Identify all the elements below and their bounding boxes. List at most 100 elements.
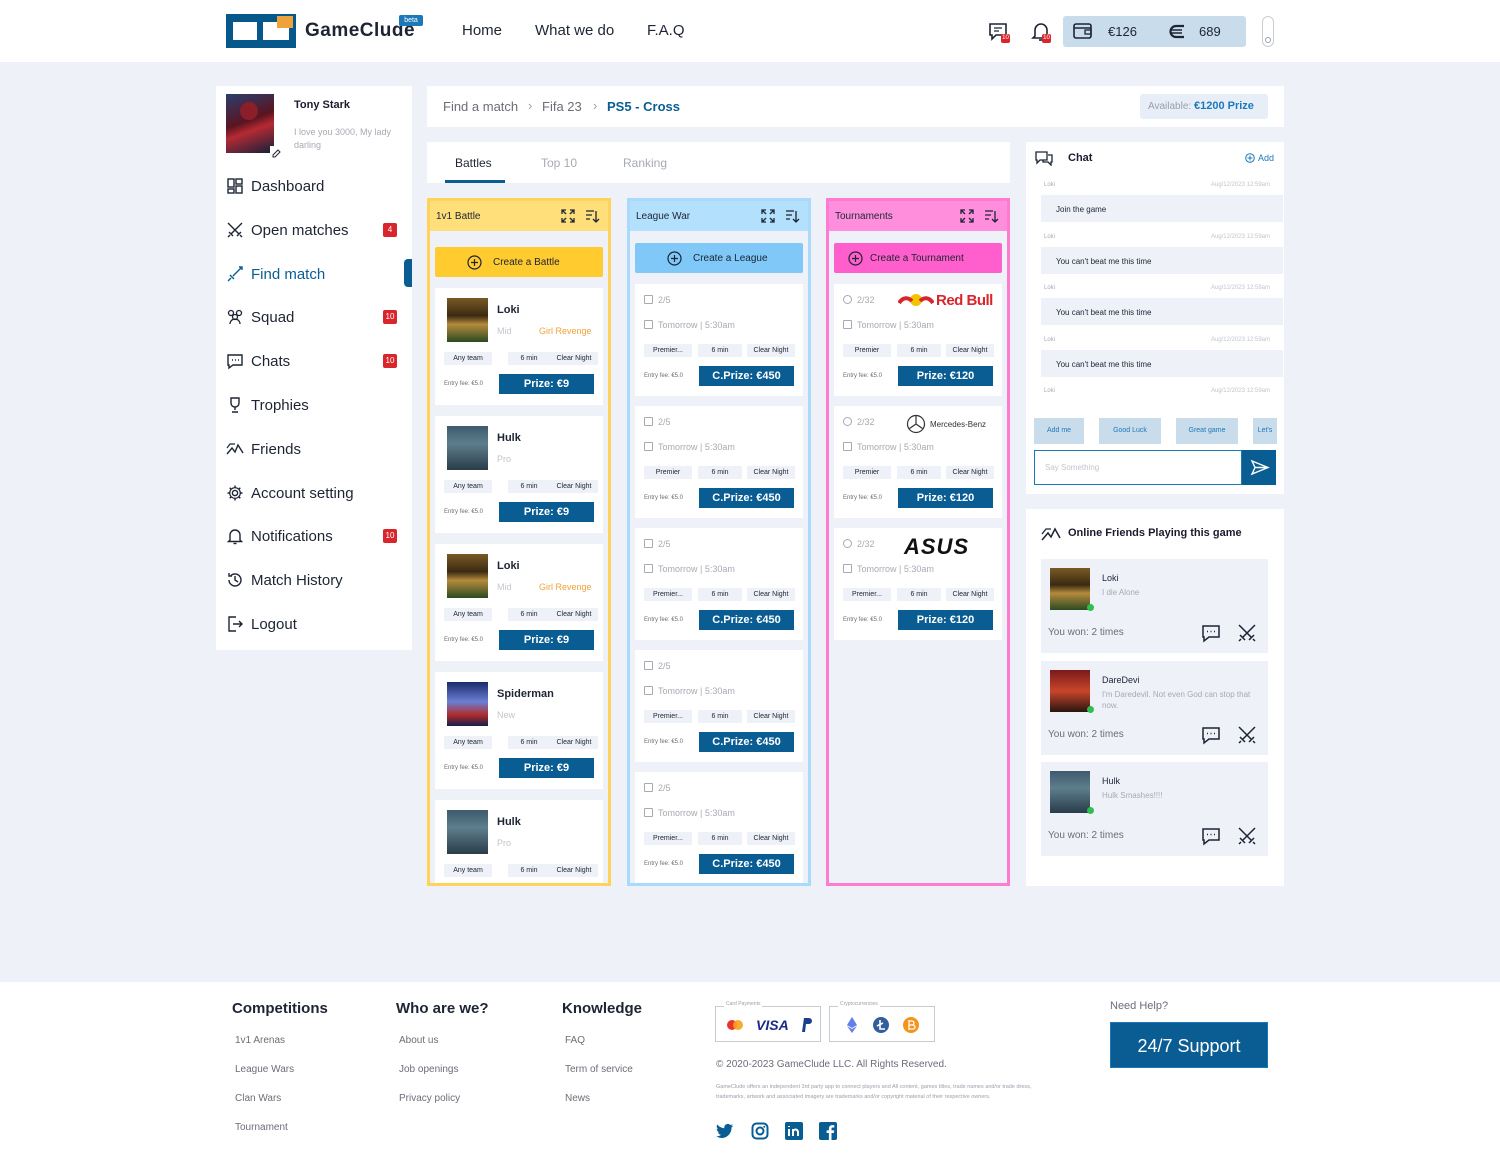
breadcrumb-fifa[interactable]: Fifa 23 <box>542 99 582 114</box>
challenge-friend-icon[interactable] <box>1237 623 1257 643</box>
sort-icon[interactable] <box>983 208 999 224</box>
prize-button[interactable]: C.Prize: €450 <box>699 854 794 874</box>
sidebar-item-squad[interactable]: Squad 10 <box>226 303 408 331</box>
sidebar-item-account-setting[interactable]: Account setting <box>226 479 408 507</box>
edit-icon[interactable] <box>270 146 283 158</box>
linkedin-icon[interactable] <box>785 1122 803 1140</box>
sidebar-item-open-matches[interactable]: Open matches 4 <box>226 216 408 244</box>
battle-card[interactable]: Spiderman New Any team 6 min Clear Night Entr… <box>435 672 603 789</box>
challenge-friend-icon[interactable] <box>1237 725 1257 745</box>
footer-link[interactable]: 1v1 Arenas <box>235 1035 285 1046</box>
footer-link[interactable]: League Wars <box>235 1064 294 1075</box>
wallet-panel[interactable]: €126 689 <box>1063 16 1246 47</box>
message-friend-icon[interactable] <box>1201 623 1221 643</box>
sidebar-item-chats[interactable]: Chats 10 <box>226 347 408 375</box>
sidebar-item-notifications[interactable]: Notifications 10 <box>226 522 408 550</box>
create-tournament-button[interactable]: Create a Tournament <box>834 243 1002 273</box>
friend-card[interactable]: Hulk Hulk Smashes!!!! You won: 2 times <box>1041 762 1268 856</box>
tab-ranking[interactable]: Ranking <box>623 156 667 170</box>
tab-battles[interactable]: Battles <box>455 156 492 170</box>
prize-button[interactable]: Prize: €9 <box>499 630 594 650</box>
footer-heading: Knowledge <box>562 1000 643 1017</box>
expand-icon[interactable] <box>959 208 975 224</box>
sponsor-name: Red Bull <box>936 292 993 309</box>
league-card[interactable]: 2/5 Tomorrow | 5:30am Premier 6 min Clear Ni… <box>635 406 803 518</box>
facebook-icon[interactable] <box>819 1122 837 1140</box>
twitter-icon[interactable] <box>716 1122 734 1140</box>
chat-message-input[interactable]: Say Something <box>1034 450 1242 485</box>
sidebar-item-friends[interactable]: Friends <box>226 435 408 463</box>
user-icon <box>843 417 852 426</box>
battle-card[interactable]: Loki Mid Girl Revenge Any team 6 min Clear Ni… <box>435 544 603 661</box>
league-card[interactable]: 2/5 Tomorrow | 5:30am Premier... 6 min Clear… <box>635 772 803 883</box>
prize-button[interactable]: Prize: €9 <box>499 502 594 522</box>
tournament-card[interactable]: 2/32 Tomorrow | 5:30am Premier 6 min Clear N… <box>834 284 1002 396</box>
footer-link[interactable]: Job openings <box>399 1064 459 1075</box>
expand-icon[interactable] <box>760 208 776 224</box>
footer-link[interactable]: About us <box>399 1035 438 1046</box>
quick-reply-add-me[interactable]: Add me <box>1034 418 1084 444</box>
prize-button[interactable]: C.Prize: €450 <box>699 488 794 508</box>
sort-icon[interactable] <box>784 208 800 224</box>
battle-card[interactable]: Hulk Pro Any team 6 min Clear Night Entry fee… <box>435 416 603 533</box>
tournament-card[interactable]: 2/32 Tomorrow | 5:30am Premier 6 min Clear N… <box>834 406 1002 518</box>
league-card[interactable]: 2/5 Tomorrow | 5:30am Premier... 6 min Clear… <box>635 528 803 640</box>
sidebar-item-dashboard[interactable]: Dashboard <box>226 172 408 200</box>
sidebar-item-logout[interactable]: Logout <box>226 610 408 638</box>
instagram-icon[interactable] <box>751 1122 769 1140</box>
expand-icon[interactable] <box>560 208 576 224</box>
tournament-card[interactable]: 2/32 Tomorrow | 5:30am Premier... 6 min Clea… <box>834 528 1002 640</box>
sort-icon[interactable] <box>584 208 600 224</box>
footer-link[interactable]: Privacy policy <box>399 1093 460 1104</box>
history-icon <box>226 571 244 589</box>
footer-link[interactable]: News <box>565 1093 590 1104</box>
plus-circle-icon[interactable] <box>1245 153 1255 163</box>
league-card[interactable]: 2/5 Tomorrow | 5:30am Premier... 6 min Clear… <box>635 284 803 396</box>
friend-card[interactable]: Loki I die Alone You won: 2 times <box>1041 559 1268 653</box>
quick-reply-lets[interactable]: Let's <box>1253 418 1277 444</box>
nav-what-we-do[interactable]: What we do <box>535 22 614 39</box>
quick-reply-great-game[interactable]: Great game <box>1176 418 1238 444</box>
prize-button[interactable]: Prize: €120 <box>898 488 993 508</box>
footer-heading: Who are we? <box>396 1000 489 1017</box>
sidebar-item-find-match[interactable]: Find match <box>226 260 408 288</box>
message-friend-icon[interactable] <box>1201 725 1221 745</box>
footer-link[interactable]: Clan Wars <box>235 1093 281 1104</box>
message-friend-icon[interactable] <box>1201 826 1221 846</box>
friend-card[interactable]: DareDevi I'm Daredevil. Not even God can … <box>1041 660 1268 755</box>
breadcrumb-find-match[interactable]: Find a match <box>443 99 518 114</box>
squad-icon <box>226 308 244 326</box>
prize-button[interactable]: C.Prize: €450 <box>699 366 794 386</box>
player-rank: Pro <box>497 454 512 464</box>
create-league-button[interactable]: Create a League <box>635 243 803 273</box>
support-button[interactable]: 24/7 Support <box>1110 1022 1268 1068</box>
footer-link[interactable]: FAQ <box>565 1035 585 1046</box>
send-button[interactable] <box>1242 450 1276 485</box>
profile-name: Tony Stark <box>294 99 351 111</box>
nav-home[interactable]: Home <box>462 22 502 39</box>
theme-toggle[interactable] <box>1262 16 1274 47</box>
battle-card[interactable]: Loki Mid Girl Revenge Any team 6 min Clear Ni… <box>435 288 603 405</box>
league-card[interactable]: 2/5 Tomorrow | 5:30am Premier... 6 min Clear… <box>635 650 803 762</box>
league-column-header: League War <box>630 201 808 231</box>
tab-top-10[interactable]: Top 10 <box>541 156 577 170</box>
chat-add-link[interactable]: Add <box>1258 153 1274 163</box>
footer-link[interactable]: Tournament <box>235 1122 288 1133</box>
battle-card[interactable]: Hulk Pro Any team 6 min Clear Night <box>435 800 603 883</box>
prize-button[interactable]: Prize: €120 <box>898 610 993 630</box>
prize-button[interactable]: Prize: €9 <box>499 374 594 394</box>
prize-button[interactable]: C.Prize: €450 <box>699 732 794 752</box>
create-battle-button[interactable]: Create a Battle <box>435 247 603 277</box>
logo-icon[interactable] <box>226 14 296 48</box>
nav-faq[interactable]: F.A.Q <box>647 22 685 39</box>
challenge-friend-icon[interactable] <box>1237 826 1257 846</box>
sidebar-item-trophies[interactable]: Trophies <box>226 391 408 419</box>
quick-reply-good-luck[interactable]: Good Luck <box>1099 418 1161 444</box>
send-icon <box>1250 459 1270 476</box>
profile-avatar[interactable] <box>226 94 283 158</box>
sidebar-item-match-history[interactable]: Match History <box>226 566 408 594</box>
prize-button[interactable]: C.Prize: €450 <box>699 610 794 630</box>
prize-button[interactable]: Prize: €120 <box>898 366 993 386</box>
prize-button[interactable]: Prize: €9 <box>499 758 594 778</box>
footer-link[interactable]: Term of service <box>565 1064 633 1075</box>
